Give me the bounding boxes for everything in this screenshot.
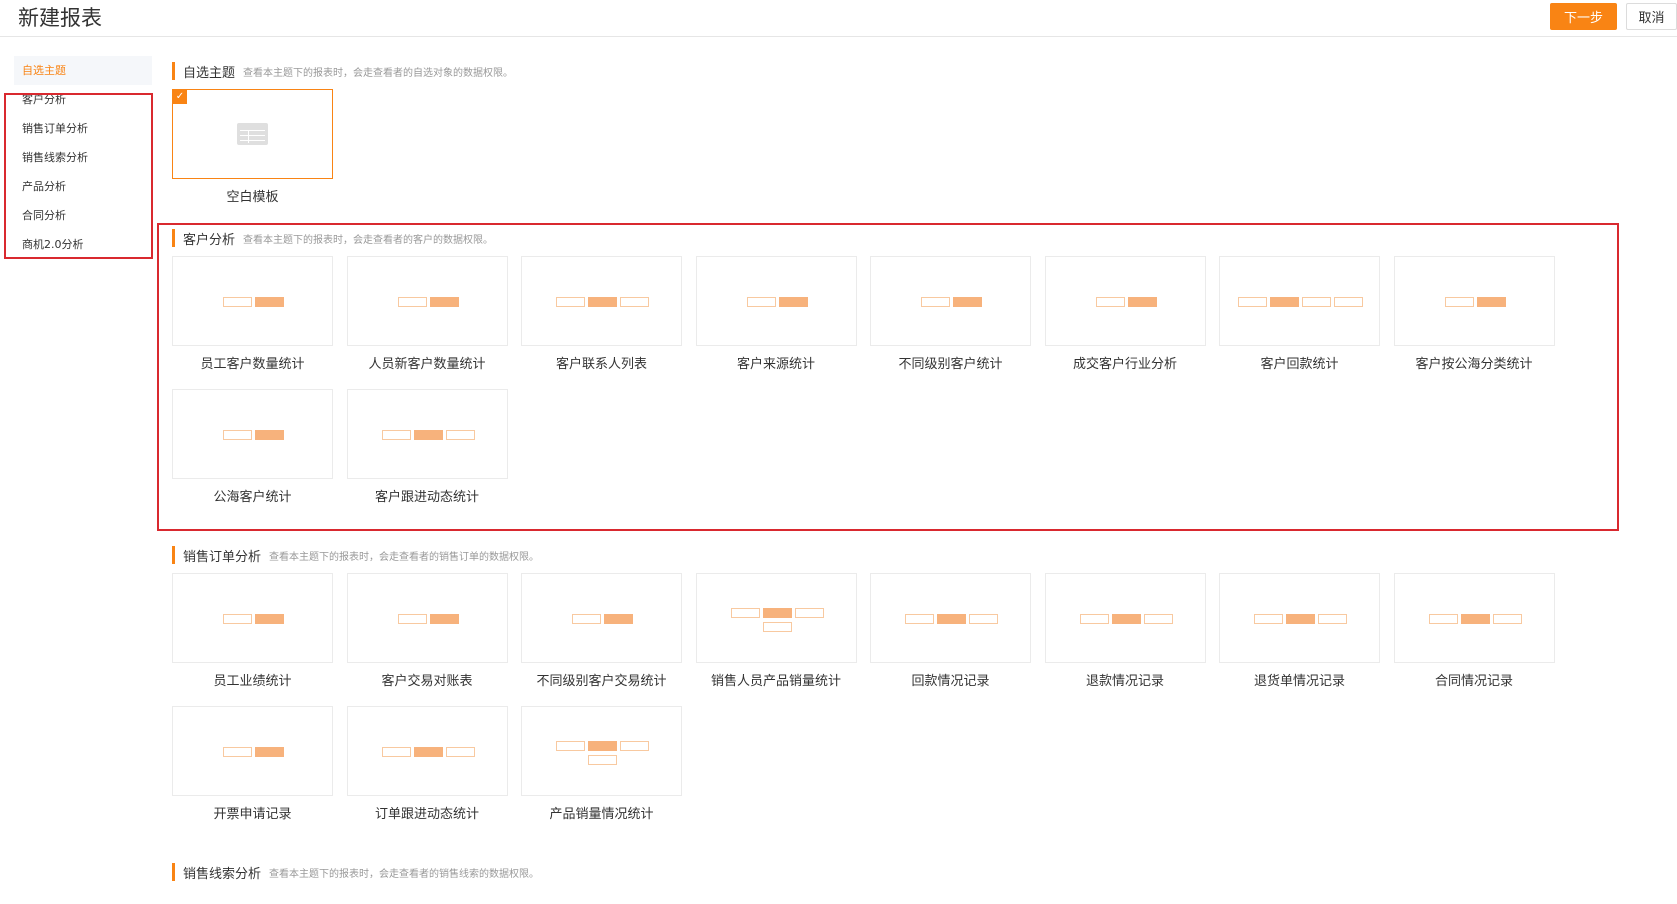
template-thumbnail[interactable]: ✓ (172, 89, 333, 179)
section-sales-lead-analysis: 销售线索分析 查看本主题下的报表时，会走查看者的销售线索的数据权限。 (172, 862, 1572, 904)
report-thumbnail[interactable] (870, 573, 1031, 663)
section-desc: 查看本主题下的报表时，会走查看者的销售线索的数据权限。 (269, 868, 540, 880)
report-template-card[interactable]: 订单跟进动态统计 (346, 706, 508, 824)
report-thumbnail[interactable] (346, 706, 508, 796)
report-label: 销售人员产品销量统计 (710, 674, 841, 689)
section-title: 销售线索分析 (183, 866, 262, 882)
report-thumbnail[interactable] (1219, 573, 1380, 663)
report-template-card[interactable]: 产品销量情况统计 (521, 706, 682, 824)
section-marker (172, 62, 175, 80)
sidebar-highlight-box (4, 93, 153, 259)
report-label: 产品销量情况统计 (549, 807, 654, 822)
section-title: 自选主题 (183, 65, 236, 81)
report-label: 员工业绩统计 (213, 674, 292, 689)
report-label: 退款情况记录 (1085, 674, 1164, 689)
checkmark-icon: ✓ (173, 90, 187, 104)
report-thumbnail[interactable] (1393, 573, 1555, 663)
report-template-card[interactable]: 销售人员产品销量统计 (695, 573, 857, 691)
header: 新建报表 下一步 取消 (0, 0, 1677, 37)
sidebar-item-custom-theme[interactable]: 自选主题 (14, 56, 152, 85)
report-thumbnail[interactable] (1044, 573, 1206, 663)
section-desc: 查看本主题下的报表时，会走查看者的自选对象的数据权限。 (243, 67, 514, 79)
section-title: 销售订单分析 (183, 549, 262, 565)
report-template-card[interactable]: 合同情况记录 (1393, 573, 1555, 691)
report-template-card[interactable]: 员工业绩统计 (172, 573, 333, 691)
report-template-card[interactable]: 开票申请记录 (172, 706, 333, 824)
report-label: 回款情况记录 (911, 674, 990, 689)
report-template-card[interactable]: 退款情况记录 (1044, 573, 1206, 691)
report-template-card[interactable]: 客户交易对账表 (346, 573, 508, 691)
report-template-card[interactable]: 退货单情况记录 (1219, 573, 1380, 691)
template-card-blank[interactable]: ✓ 空白模板 (172, 89, 333, 207)
report-thumbnail[interactable] (172, 706, 333, 796)
section-marker (172, 863, 175, 881)
report-thumbnail[interactable] (521, 706, 682, 796)
section-desc: 查看本主题下的报表时，会走查看者的销售订单的数据权限。 (269, 551, 540, 563)
layout-preview-icon (762, 622, 792, 632)
report-label: 合同情况记录 (1434, 674, 1513, 689)
section-custom-theme: 自选主题 查看本主题下的报表时，会走查看者的自选对象的数据权限。 ✓ 空白模板 (172, 61, 1572, 209)
report-thumbnail[interactable] (695, 573, 857, 663)
report-template-card[interactable]: 回款情况记录 (870, 573, 1031, 691)
layout-preview-icon (1254, 614, 1347, 624)
section-sales-order-analysis: 销售订单分析 查看本主题下的报表时，会走查看者的销售订单的数据权限。 员工业绩统… (172, 545, 1572, 831)
customer-section-highlight-box (157, 223, 1619, 531)
layout-preview-icon (381, 747, 475, 757)
layout-preview-icon (1428, 614, 1522, 624)
layout-preview-icon (572, 614, 633, 624)
report-label: 客户交易对账表 (381, 674, 473, 689)
layout-preview-icon (223, 614, 284, 624)
layout-preview-icon (905, 614, 998, 624)
next-step-button[interactable]: 下一步 (1550, 3, 1617, 30)
report-thumbnail[interactable] (346, 573, 508, 663)
report-thumbnail[interactable] (521, 573, 682, 663)
layout-preview-icon (730, 608, 824, 618)
report-label: 开票申请记录 (213, 807, 292, 822)
layout-preview-icon (397, 614, 459, 624)
section-marker (172, 546, 175, 564)
layout-preview-icon (1079, 614, 1173, 624)
report-thumbnail[interactable] (172, 573, 333, 663)
report-label: 退货单情况记录 (1253, 674, 1345, 689)
template-label: 空白模板 (226, 190, 279, 205)
report-label: 订单跟进动态统计 (374, 807, 479, 822)
layout-preview-icon (556, 741, 649, 751)
layout-preview-icon (588, 755, 617, 765)
report-label: 不同级别客户交易统计 (536, 674, 667, 689)
table-icon (237, 123, 268, 145)
layout-preview-icon (223, 747, 284, 757)
report-template-card[interactable]: 不同级别客户交易统计 (521, 573, 682, 691)
page-title: 新建报表 (18, 6, 102, 30)
cancel-button[interactable]: 取消 (1626, 3, 1677, 30)
